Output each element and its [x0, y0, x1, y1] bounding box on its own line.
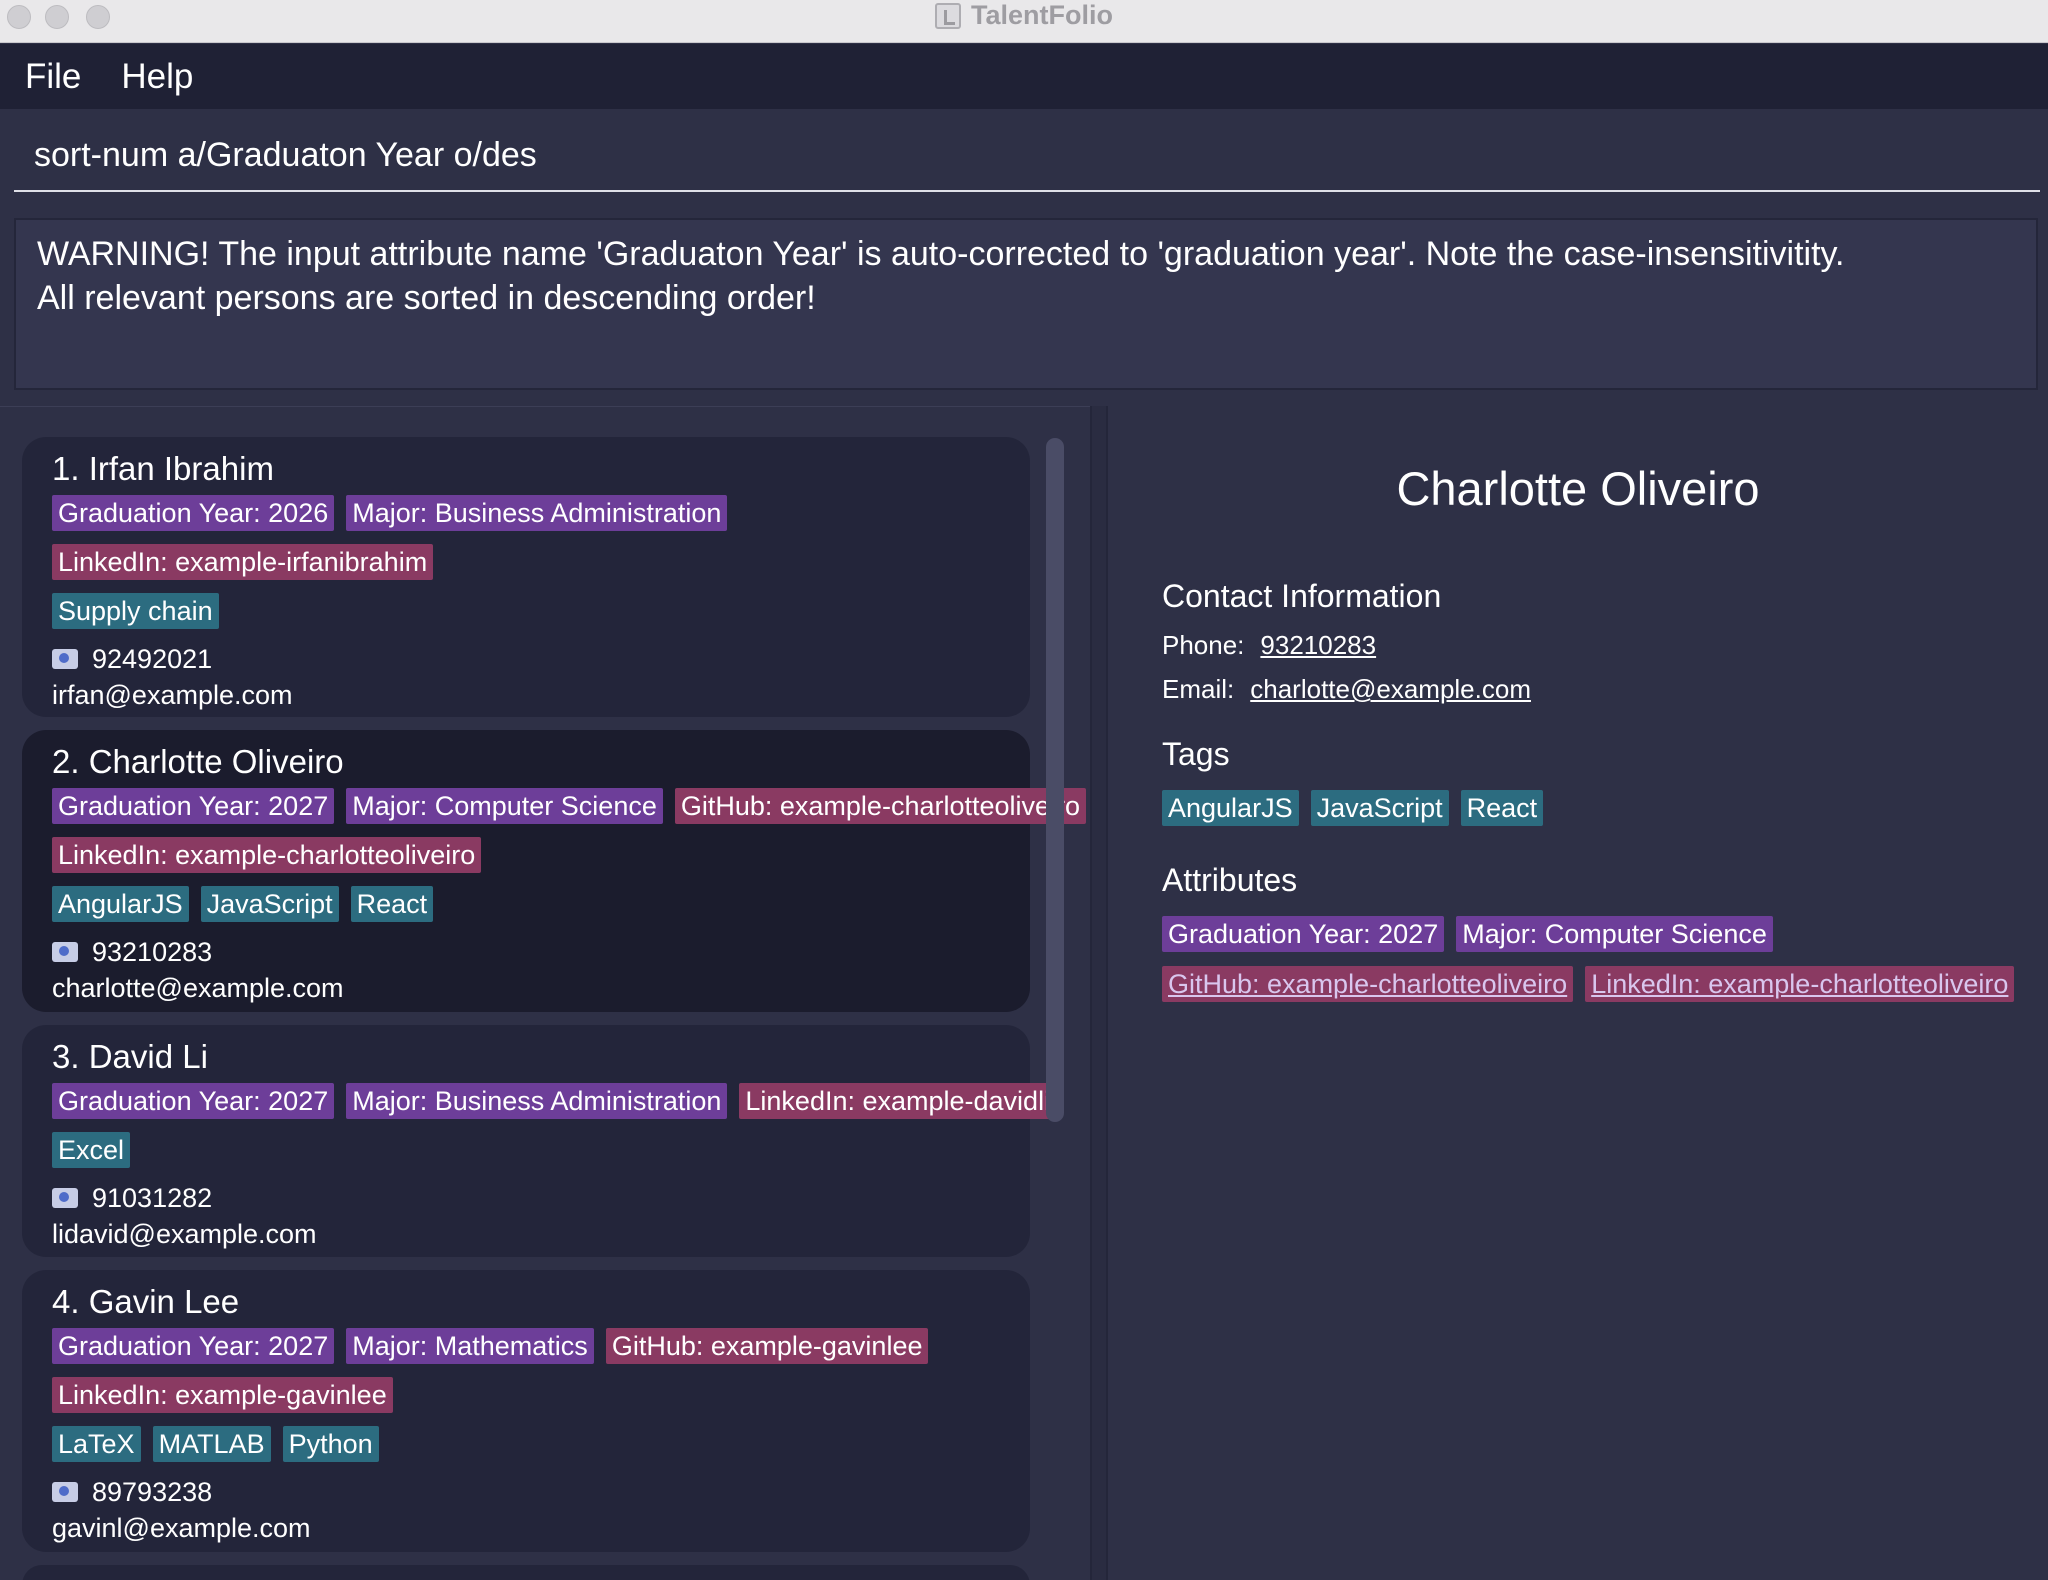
detail-email-link[interactable]: charlotte@example.com [1250, 674, 1531, 705]
panel-divider[interactable] [1090, 406, 1108, 1580]
tag-chip: AngularJS [52, 886, 189, 922]
phone-icon [52, 1188, 78, 1208]
person-list-panel: 1. Irfan Ibrahim Graduation Year: 2026 M… [0, 406, 1090, 1580]
attribute-chip: LinkedIn: example-charlotteoliveiro [52, 837, 482, 873]
person-phone: 93210283 [92, 937, 213, 967]
tag-chip: Supply chain [52, 593, 219, 629]
person-email: gavinl@example.com [52, 1513, 311, 1543]
attribute-chip: Major: Computer Science [1456, 916, 1773, 952]
tag-chip: JavaScript [1310, 790, 1449, 826]
person-card[interactable]: 3. David Li Graduation Year: 2027 Major:… [22, 1025, 1057, 1257]
attribute-chip: GitHub: example-gavinlee [605, 1328, 929, 1364]
attributes-section-title: Attributes [1162, 862, 1298, 898]
contact-section-title: Contact Information [1162, 578, 1442, 614]
attribute-chip: Graduation Year: 2026 [52, 495, 335, 531]
menu-help[interactable]: Help [121, 57, 193, 97]
person-detail-panel: Charlotte Oliveiro Contact Information P… [1108, 406, 2048, 1580]
app-icon [935, 2, 961, 29]
command-input[interactable] [34, 135, 2040, 175]
attribute-chip: Graduation Year: 2027 [52, 1083, 335, 1119]
attribute-chip: Major: Computer Science [346, 788, 663, 824]
person-phone: 91031282 [92, 1183, 213, 1213]
person-card[interactable]: 1. Irfan Ibrahim Graduation Year: 2026 M… [22, 437, 1030, 717]
tag-chip: JavaScript [200, 886, 339, 922]
detail-person-name: Charlotte Oliveiro [1396, 462, 1760, 515]
person-card[interactable]: 4. Gavin Lee Graduation Year: 2027 Major… [22, 1270, 1030, 1552]
detail-email-row: Email: charlotte@example.com [1162, 674, 1531, 705]
result-status-text: All relevant persons are sorted in desce… [37, 279, 816, 317]
detail-tags: AngularJS JavaScript React [1162, 790, 1544, 826]
person-name: 1. Irfan Ibrahim [52, 450, 274, 487]
attribute-chip: LinkedIn: example-gavinlee [52, 1377, 393, 1413]
tag-chip: Excel [52, 1132, 131, 1168]
person-name: 2. Charlotte Oliveiro [52, 743, 344, 780]
linkedin-link-chip[interactable]: LinkedIn: example-charlotteoliveiro [1585, 966, 2015, 1002]
attribute-chip: LinkedIn: example-davidli [739, 1083, 1057, 1119]
person-phone: 89793238 [92, 1477, 213, 1507]
person-email: charlotte@example.com [52, 973, 344, 1003]
person-card-selected[interactable]: 2. Charlotte Oliveiro Graduation Year: 2… [22, 730, 1087, 1012]
phone-icon [52, 1482, 78, 1502]
detail-attributes-row: Graduation Year: 2027 Major: Computer Sc… [1162, 916, 1773, 952]
person-name: 4. Gavin Lee [52, 1283, 240, 1320]
person-phone: 92492021 [92, 644, 213, 674]
tag-chip: LaTeX [52, 1426, 141, 1462]
result-warning-text: WARNING! The input attribute name 'Gradu… [37, 235, 1845, 273]
tag-chip: React [350, 886, 434, 922]
attribute-chip: Graduation Year: 2027 [52, 788, 335, 824]
attribute-chip: Major: Business Administration [346, 495, 728, 531]
tags-section-title: Tags [1162, 736, 1230, 772]
tag-chip: MATLAB [152, 1426, 271, 1462]
menu-file[interactable]: File [25, 57, 81, 97]
github-link-chip[interactable]: GitHub: example-charlotteoliveiro [1162, 966, 1574, 1002]
title-bar: TalentFolio [0, 0, 2048, 43]
tag-chip: React [1460, 790, 1544, 826]
attribute-chip: Major: Mathematics [346, 1328, 594, 1364]
tag-chip: AngularJS [1162, 790, 1299, 826]
email-label: Email: [1162, 674, 1235, 704]
attribute-chip: Graduation Year: 2027 [52, 1328, 335, 1364]
tag-chip: Python [282, 1426, 379, 1462]
person-name: 3. David Li [52, 1038, 208, 1075]
detail-attributes-row: GitHub: example-charlotteoliveiro Linked… [1162, 966, 2015, 1002]
command-box [14, 120, 2040, 192]
person-email: lidavid@example.com [52, 1219, 317, 1249]
detail-phone-row: Phone: 93210283 [1162, 630, 1376, 661]
result-display: WARNING! The input attribute name 'Gradu… [14, 218, 2038, 390]
attribute-chip: Major: Business Administration [346, 1083, 728, 1119]
attribute-chip: LinkedIn: example-irfanibrahim [52, 544, 434, 580]
attribute-chip: Graduation Year: 2027 [1162, 916, 1445, 952]
menu-bar: File Help [0, 44, 2048, 109]
phone-icon [52, 649, 78, 669]
person-card[interactable] [22, 1565, 1030, 1580]
detail-phone-link[interactable]: 93210283 [1260, 630, 1376, 661]
phone-label: Phone: [1162, 630, 1245, 660]
window-title: TalentFolio [971, 0, 1113, 30]
phone-icon [52, 942, 78, 962]
attribute-chip: GitHub: example-charlotteoliveiro [674, 788, 1087, 824]
person-email: irfan@example.com [52, 680, 293, 710]
list-scrollbar[interactable] [1046, 438, 1064, 1122]
